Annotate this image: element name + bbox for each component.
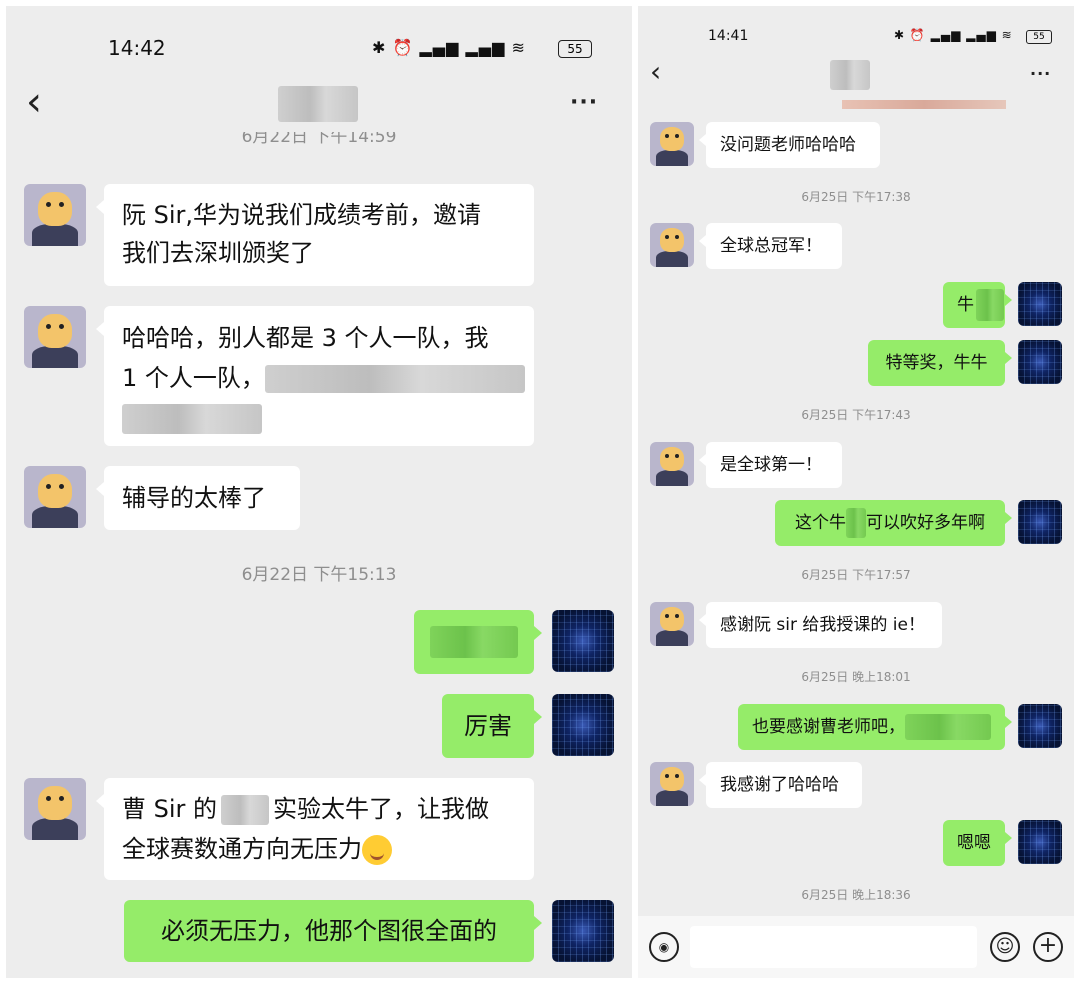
own-avatar[interactable] bbox=[552, 694, 614, 756]
message-text: 我感谢了哈哈哈 bbox=[720, 775, 839, 795]
timestamp: 6月25日 晚上18:01 bbox=[801, 670, 911, 684]
message-bubble-outgoing[interactable]: 牛 bbox=[943, 282, 1012, 328]
own-avatar[interactable] bbox=[1018, 282, 1062, 326]
input-bar: ◉ ☺ + bbox=[638, 916, 1074, 978]
battery-icon: 55 bbox=[1026, 30, 1052, 44]
battery-icon: 55 bbox=[558, 40, 592, 58]
message-text: 是全球第一！ bbox=[720, 455, 822, 475]
contact-name-blurred bbox=[278, 86, 358, 122]
message-bubble-outgoing[interactable] bbox=[414, 610, 542, 674]
status-icons: ✱ ⏰ ▂▄▆ ▂▄▆ ≋ bbox=[894, 28, 1013, 42]
message-text: 阮 Sir,华为说我们成绩考前，邀请 bbox=[122, 201, 482, 229]
message-bubble-incoming[interactable]: 我感谢了哈哈哈 bbox=[699, 762, 862, 808]
own-avatar[interactable] bbox=[552, 610, 614, 672]
contact-avatar[interactable] bbox=[650, 442, 694, 486]
message-text: 全球总冠军！ bbox=[720, 236, 822, 256]
message-bubble-outgoing[interactable]: 厉害 bbox=[442, 694, 542, 758]
message-text-line: 全球赛数通方向无压力 bbox=[122, 829, 516, 869]
message-text: 这个牛 bbox=[795, 513, 846, 533]
timestamp: 6月22日 下午15:13 bbox=[241, 565, 397, 585]
message-bubble-incoming[interactable]: 曹 Sir 的 实验太牛了，让我做 全球赛数通方向无压力 bbox=[96, 778, 534, 880]
contact-avatar[interactable] bbox=[24, 306, 86, 368]
redacted-text bbox=[846, 508, 866, 538]
own-avatar[interactable] bbox=[1018, 704, 1062, 748]
message-text: 厉害 bbox=[464, 712, 512, 740]
contact-name-blurred bbox=[830, 60, 870, 90]
timestamp: 6月25日 下午17:43 bbox=[801, 408, 911, 422]
message-bubble-incoming[interactable]: 哈哈哈，别人都是 3 个人一队，我 1 个人一队， bbox=[96, 306, 534, 446]
message-bubble-incoming[interactable]: 辅导的太棒了 bbox=[96, 466, 300, 530]
redacted-text bbox=[122, 404, 262, 434]
message-text: 嗯嗯 bbox=[957, 833, 991, 853]
timestamp: 6月25日 下午17:57 bbox=[801, 568, 911, 582]
message-bubble-incoming[interactable]: 是全球第一！ bbox=[699, 442, 842, 488]
contact-avatar[interactable] bbox=[24, 778, 86, 840]
own-avatar[interactable] bbox=[552, 900, 614, 962]
message-text: 必须无压力，他那个图很全面的 bbox=[161, 917, 497, 945]
message-bubble-outgoing[interactable]: 特等奖，牛牛 bbox=[868, 340, 1012, 386]
message-bubble-incoming[interactable]: 全球总冠军！ bbox=[699, 223, 842, 269]
message-text: 曹 Sir 的 bbox=[122, 795, 218, 823]
back-button[interactable]: ‹ bbox=[650, 58, 661, 86]
message-bubble-incoming[interactable]: 没问题老师哈哈哈 bbox=[699, 122, 880, 168]
voice-input-icon[interactable]: ◉ bbox=[649, 932, 679, 962]
message-text-line bbox=[122, 398, 516, 438]
message-bubble-outgoing[interactable]: 也要感谢曹老师吧， bbox=[738, 704, 1012, 750]
redacted-text bbox=[430, 626, 518, 658]
message-text: 也要感谢曹老师吧， bbox=[752, 717, 905, 737]
redacted-text bbox=[905, 714, 991, 740]
message-input[interactable] bbox=[690, 926, 977, 968]
message-bubble-outgoing[interactable]: 必须无压力，他那个图很全面的 bbox=[124, 900, 542, 962]
contact-avatar[interactable] bbox=[650, 762, 694, 806]
message-text: 我们去深圳颁奖了 bbox=[122, 239, 314, 267]
right-chat-screen: 14:41 ✱ ⏰ ▂▄▆ ▂▄▆ ≋ 55 ‹ ··· 没问题老师哈哈哈 6月… bbox=[638, 6, 1074, 978]
message-text: 哈哈哈，别人都是 3 个人一队，我 bbox=[122, 324, 489, 352]
redacted-text bbox=[264, 365, 525, 393]
back-button[interactable]: ‹ bbox=[26, 82, 42, 122]
own-avatar[interactable] bbox=[1018, 340, 1062, 384]
message-text: 感谢阮 sir 给我授课的 ie！ bbox=[720, 615, 925, 635]
plus-icon[interactable]: + bbox=[1033, 932, 1063, 962]
contact-avatar[interactable] bbox=[24, 466, 86, 528]
message-bubble-outgoing[interactable]: 嗯嗯 bbox=[943, 820, 1012, 866]
message-bubble-incoming[interactable]: 阮 Sir,华为说我们成绩考前，邀请 我们去深圳颁奖了 bbox=[96, 184, 534, 286]
message-text: 1 个人一队， bbox=[122, 364, 265, 392]
message-text-line: 曹 Sir 的 实验太牛了，让我做 bbox=[122, 778, 516, 829]
status-icons: ✱ ⏰ ▂▄▆ ▂▄▆ ≋ bbox=[372, 38, 526, 57]
message-text: 牛 bbox=[957, 295, 974, 315]
contact-avatar[interactable] bbox=[650, 122, 694, 166]
own-avatar[interactable] bbox=[1018, 820, 1062, 864]
message-text: 辅导的太棒了 bbox=[122, 484, 266, 512]
more-options-button[interactable]: ··· bbox=[1030, 64, 1051, 83]
redacted-text bbox=[976, 289, 1004, 321]
status-time: 14:42 bbox=[108, 36, 166, 60]
message-bubble-incoming[interactable]: 感谢阮 sir 给我授课的 ie！ bbox=[699, 602, 942, 648]
message-text: 全球赛数通方向无压力 bbox=[122, 835, 362, 863]
message-text: 特等奖，牛牛 bbox=[885, 353, 988, 373]
timestamp-partial: 6月22日 下午14:59 bbox=[241, 132, 397, 146]
status-time: 14:41 bbox=[708, 28, 749, 44]
redacted-text bbox=[221, 795, 270, 825]
message-text-line: 1 个人一队， bbox=[122, 358, 525, 398]
own-avatar[interactable] bbox=[1018, 500, 1062, 544]
message-bubble-outgoing[interactable]: 这个牛 可以吹好多年啊 bbox=[775, 500, 1012, 546]
more-options-button[interactable]: ··· bbox=[570, 90, 598, 115]
message-text: 实验太牛了，让我做 bbox=[273, 795, 490, 823]
message-text: 没问题老师哈哈哈 bbox=[720, 135, 856, 155]
message-text: 可以吹好多年啊 bbox=[866, 513, 985, 533]
contact-avatar[interactable] bbox=[24, 184, 86, 246]
contact-avatar[interactable] bbox=[650, 602, 694, 646]
left-chat-screen: 14:42 ✱ ⏰ ▂▄▆ ▂▄▆ ≋ 55 ‹ ··· 6月22日 下午14:… bbox=[6, 6, 632, 978]
image-preview-partial[interactable] bbox=[842, 100, 1006, 109]
timestamp: 6月25日 晚上18:36 bbox=[801, 888, 911, 902]
emoji-icon[interactable]: ☺ bbox=[990, 932, 1020, 962]
contact-avatar[interactable] bbox=[650, 223, 694, 267]
grinning-emoji-icon bbox=[362, 835, 392, 865]
timestamp: 6月25日 下午17:38 bbox=[801, 190, 911, 204]
